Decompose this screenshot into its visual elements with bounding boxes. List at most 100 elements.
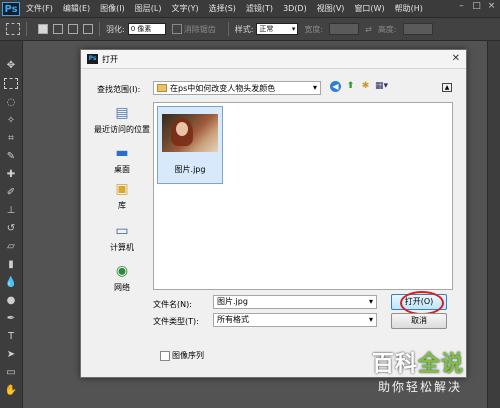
filetype-select[interactable]: 所有格式 ▾ xyxy=(213,313,377,327)
magic-wand-tool-icon[interactable]: ✧ xyxy=(4,114,18,127)
menu-edit[interactable]: 编辑(E) xyxy=(63,3,90,14)
file-name: 图片.jpg xyxy=(174,165,206,174)
feather-label: 羽化: xyxy=(106,24,125,34)
chevron-down-icon[interactable]: ▾ xyxy=(313,82,317,94)
menu-window[interactable]: 窗口(W) xyxy=(354,3,384,14)
history-brush-tool-icon[interactable]: ↺ xyxy=(4,222,18,235)
pen-tool-icon[interactable]: ✒ xyxy=(4,312,18,325)
libraries-icon: ▣ xyxy=(115,181,129,197)
marquee-tool-icon[interactable] xyxy=(4,78,18,89)
menu-filter[interactable]: 滤镜(T) xyxy=(246,3,273,14)
intersect-selection-icon[interactable] xyxy=(83,24,93,34)
up-folder-icon[interactable]: ⬆ xyxy=(345,81,356,92)
photoshop-icon: Ps xyxy=(87,54,98,64)
watermark-title: 百科全说 xyxy=(372,346,464,378)
divider xyxy=(227,22,229,36)
menu-type[interactable]: 文字(Y) xyxy=(171,3,198,14)
highlight-circle xyxy=(400,291,444,315)
marquee-preset-icon[interactable] xyxy=(6,23,20,35)
place-recent[interactable]: ▤ 最近访问的位置 xyxy=(89,105,155,135)
close-window-icon[interactable]: × xyxy=(487,2,496,11)
filename-label: 文件名(N): xyxy=(153,300,192,309)
width-input[interactable] xyxy=(329,23,360,35)
place-label: 桌面 xyxy=(114,165,130,174)
divider xyxy=(99,22,100,36)
watermark-title-part2: 全说 xyxy=(418,352,465,377)
file-item[interactable]: 图片.jpg xyxy=(157,106,223,184)
window-controls: – □ × xyxy=(457,2,496,11)
places-bar: ▤ 最近访问的位置 ▬ 桌面 ▣ 库 ▭ 计算机 ◉ 网络 xyxy=(89,105,155,295)
close-icon[interactable]: ✕ xyxy=(452,53,460,64)
minimize-icon[interactable]: – xyxy=(457,2,466,11)
height-label: 高度: xyxy=(377,24,397,34)
cancel-button[interactable]: 取消 xyxy=(391,313,447,329)
watermark: 百科全说 助你轻松解决 xyxy=(368,342,500,408)
menu-layer[interactable]: 图层(L) xyxy=(135,3,162,14)
healing-brush-tool-icon[interactable]: ✚ xyxy=(4,168,18,181)
look-in-label: 查找范围(I): xyxy=(97,85,141,94)
computer-icon: ▭ xyxy=(115,223,129,239)
style-label: 样式: xyxy=(234,24,254,34)
place-libraries[interactable]: ▣ 库 xyxy=(89,181,155,211)
eyedropper-tool-icon[interactable]: ✎ xyxy=(4,150,18,163)
watermark-subtitle: 助你轻松解决 xyxy=(378,380,463,394)
menu-view[interactable]: 视图(V) xyxy=(317,3,345,14)
blur-tool-icon[interactable]: 💧 xyxy=(4,276,18,289)
nav-toolbar: ◀ ⬆ ✱ ▦▾ xyxy=(330,81,388,92)
subtract-selection-icon[interactable] xyxy=(68,24,78,34)
preview-icon[interactable]: ▲ xyxy=(442,83,452,92)
height-input[interactable] xyxy=(402,23,433,35)
chevron-down-icon[interactable]: ▾ xyxy=(369,296,373,308)
dialog-title: 打开 xyxy=(102,54,118,64)
menu-select[interactable]: 选择(S) xyxy=(209,3,236,14)
new-selection-icon[interactable] xyxy=(38,24,48,34)
eraser-tool-icon[interactable]: ▱ xyxy=(4,240,18,253)
place-label: 网络 xyxy=(114,283,130,292)
filename-input[interactable]: 图片.jpg ▾ xyxy=(213,295,377,309)
image-sequence-checkbox[interactable] xyxy=(160,351,170,361)
hand-tool-icon[interactable]: ✋ xyxy=(4,384,18,397)
clone-stamp-tool-icon[interactable]: ⊥ xyxy=(4,204,18,217)
width-label: 宽度: xyxy=(304,24,324,34)
feather-input[interactable]: 0 像素 xyxy=(127,23,166,35)
menu-3d[interactable]: 3D(D) xyxy=(283,4,307,13)
chevron-down-icon[interactable]: ▾ xyxy=(369,314,373,326)
maximize-icon[interactable]: □ xyxy=(472,2,481,11)
swap-icon[interactable]: ⇄ xyxy=(365,25,372,34)
desktop-icon: ▬ xyxy=(115,145,129,161)
options-bar: 羽化: 0 像素 消除锯齿 样式: 正常 宽度: ⇄ 高度: xyxy=(0,17,500,41)
path-selection-tool-icon[interactable]: ➤ xyxy=(4,348,18,361)
gradient-tool-icon[interactable]: ▮ xyxy=(4,258,18,271)
style-select[interactable]: 正常 xyxy=(256,23,299,35)
divider xyxy=(26,22,27,36)
lasso-tool-icon[interactable]: ◌ xyxy=(4,96,18,109)
place-label: 最近访问的位置 xyxy=(94,125,150,134)
move-tool-icon[interactable]: ✥ xyxy=(4,59,18,72)
antialias-checkbox[interactable] xyxy=(171,24,182,34)
menu-bar: Ps 文件(F) 编辑(E) 图像(I) 图层(L) 文字(Y) 选择(S) 滤… xyxy=(0,0,500,17)
crop-tool-icon[interactable]: ⌗ xyxy=(4,132,18,145)
image-sequence-label: 图像序列 xyxy=(172,351,204,360)
dodge-tool-icon[interactable]: ● xyxy=(4,294,18,307)
view-menu-icon[interactable]: ▦▾ xyxy=(375,81,388,92)
type-tool-icon[interactable]: T xyxy=(4,330,18,343)
look-in-combo[interactable]: 在ps中如何改变人物头发颜色 ▾ xyxy=(153,81,321,95)
filename-value: 图片.jpg xyxy=(217,297,248,306)
menu-file[interactable]: 文件(F) xyxy=(26,3,53,14)
folder-icon xyxy=(157,84,167,92)
dialog-titlebar: Ps 打开 xyxy=(81,50,466,69)
file-list: 图片.jpg xyxy=(153,102,453,290)
place-desktop[interactable]: ▬ 桌面 xyxy=(89,145,155,175)
menu-image[interactable]: 图像(I) xyxy=(100,3,125,14)
brush-tool-icon[interactable]: ✐ xyxy=(4,186,18,199)
add-selection-icon[interactable] xyxy=(53,24,63,34)
place-label: 计算机 xyxy=(110,243,134,252)
menu-help[interactable]: 帮助(H) xyxy=(395,3,423,14)
shape-tool-icon[interactable]: ▭ xyxy=(4,366,18,379)
place-label: 库 xyxy=(118,201,126,210)
place-computer[interactable]: ▭ 计算机 xyxy=(89,223,155,253)
back-icon[interactable]: ◀ xyxy=(330,81,341,92)
new-folder-icon[interactable]: ✱ xyxy=(360,81,371,92)
open-button[interactable]: 打开(O) xyxy=(391,291,447,315)
place-network[interactable]: ◉ 网络 xyxy=(89,263,155,293)
